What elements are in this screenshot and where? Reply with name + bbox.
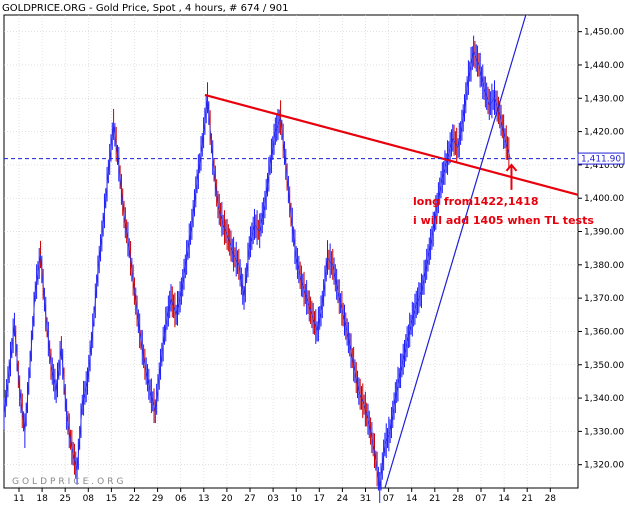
x-tick-label: 29 [152, 494, 164, 504]
x-tick-label: 13 [198, 494, 209, 504]
annotation-line-1: long from1422,1418 [413, 195, 539, 208]
x-tick-label: 20 [221, 494, 233, 504]
chart-svg: GOLDPRICE.ORG - Gold Price, Spot , 4 hou… [0, 0, 625, 506]
y-tick-label: 1,320.00 [584, 461, 624, 471]
x-tick-label: 28 [452, 494, 464, 504]
chart-title: GOLDPRICE.ORG - Gold Price, Spot , 4 hou… [2, 3, 289, 14]
x-tick-label: 08 [83, 494, 95, 504]
x-tick-label: 17 [314, 494, 325, 504]
x-tick-label: 22 [129, 494, 140, 504]
x-tick-label: 28 [545, 494, 557, 504]
x-tick-label: 31 [360, 494, 371, 504]
x-tick-label: 21 [521, 494, 532, 504]
current-price-label: 1,411.90 [581, 155, 621, 165]
x-tick-label: 24 [337, 494, 349, 504]
x-tick-label: 27 [244, 494, 255, 504]
x-tick-label: 14 [498, 494, 510, 504]
x-tick-label: 18 [36, 494, 48, 504]
x-tick-label: 06 [175, 494, 187, 504]
y-tick-label: 1,330.00 [584, 427, 624, 437]
y-tick-label: 1,440.00 [584, 61, 624, 71]
y-tick-label: 1,380.00 [584, 261, 624, 271]
y-tick-label: 1,400.00 [584, 194, 624, 204]
x-tick-label: 14 [406, 494, 418, 504]
y-tick-label: 1,340.00 [584, 394, 624, 404]
annotation-line-2: i will add 1405 when TL tests [413, 214, 594, 227]
x-tick-label: 07 [383, 494, 394, 504]
watermark: GOLDPRICE.ORG [12, 477, 126, 487]
y-tick-label: 1,430.00 [584, 94, 624, 104]
y-tick-label: 1,420.00 [584, 128, 624, 138]
x-tick-label: 03 [267, 494, 278, 504]
x-tick-label: 10 [290, 494, 302, 504]
y-tick-label: 1,360.00 [584, 327, 624, 337]
x-tick-label: 07 [475, 494, 486, 504]
chart-root: GOLDPRICE.ORG - Gold Price, Spot , 4 hou… [0, 0, 625, 506]
x-tick-label: 15 [106, 494, 117, 504]
y-tick-label: 1,350.00 [584, 361, 624, 371]
y-tick-label: 1,450.00 [584, 28, 624, 38]
x-tick-label: 11 [13, 494, 24, 504]
x-tick-label: 25 [59, 494, 70, 504]
x-tick-label: 21 [429, 494, 440, 504]
y-tick-label: 1,370.00 [584, 294, 624, 304]
y-tick-label: 1,390.00 [584, 228, 624, 238]
chart-background [0, 0, 625, 506]
